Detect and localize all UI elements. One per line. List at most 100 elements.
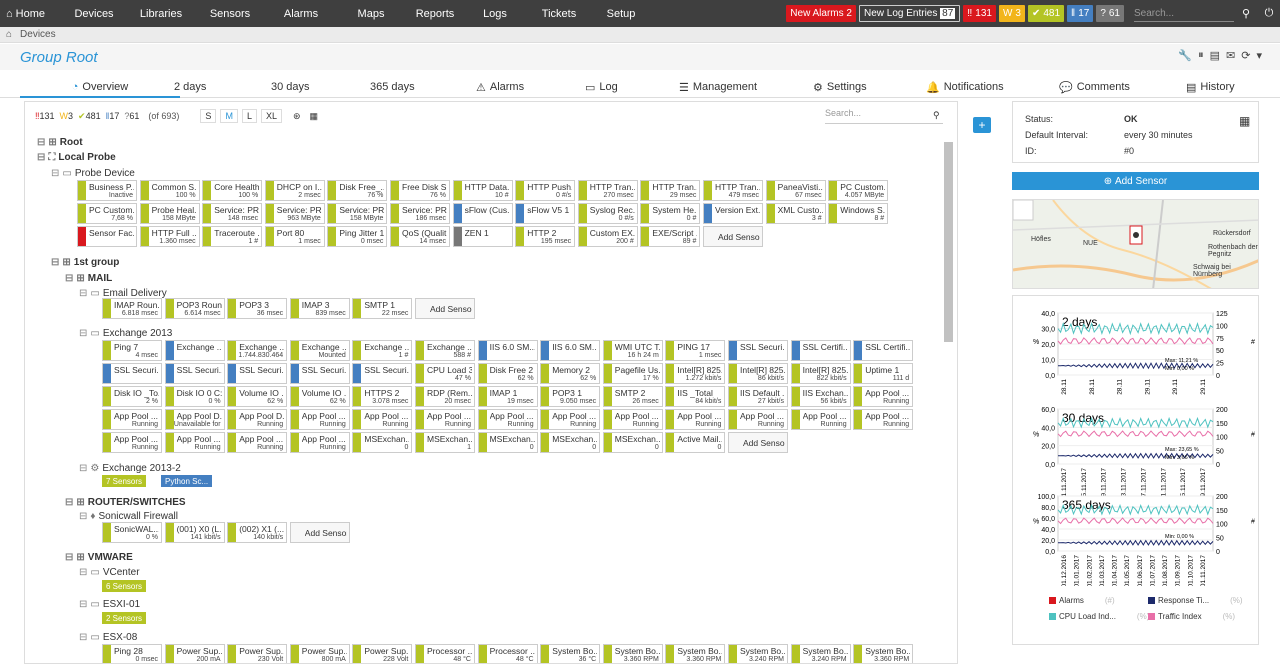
sensor-tile[interactable]: App Pool ... Running xyxy=(102,409,162,430)
sensor-tile[interactable]: App Pool ... Running xyxy=(415,409,475,430)
search-input[interactable]: Search... xyxy=(1134,5,1234,22)
tree-node[interactable]: ⊟ ⊞ ROUTER/SWITCHES xyxy=(65,497,186,508)
sensor-tile[interactable]: App Pool D...Unavailable for xyxy=(164,409,225,430)
sensor-tile[interactable]: SSL Securi... xyxy=(728,340,788,361)
size-l-button[interactable]: L xyxy=(241,109,257,123)
legend-item[interactable]: Traffic Index (%) xyxy=(1148,612,1235,621)
mail-icon[interactable]: ✉ xyxy=(1226,49,1235,62)
add-sensor-button[interactable]: ⊕ Add Sensor xyxy=(1012,172,1259,190)
sensor-tile[interactable]: SSL Securi... xyxy=(164,363,225,384)
sensor-tile[interactable]: IIS 6.0 SM... xyxy=(540,340,601,361)
sensor-tile[interactable]: App Pool ... Running xyxy=(289,409,350,430)
sensor-tile[interactable]: System Bo... 3.240 RPM xyxy=(790,644,851,663)
sensor-tile[interactable]: Ping 74 msec xyxy=(102,340,162,361)
sensor-tile[interactable]: SMTP 1 22 msec xyxy=(352,298,413,319)
add-sensor-tile[interactable]: Add Sensor xyxy=(703,226,763,247)
sensor-tile[interactable]: HTTP Tran... 270 msec xyxy=(577,180,638,201)
sensor-tile[interactable]: Version Ext... xyxy=(703,203,763,224)
grid-view-icon[interactable]: ▦ xyxy=(310,111,319,122)
nav-item-alarms[interactable]: Alarms xyxy=(266,0,336,27)
collapse-icon[interactable]: ⊟ xyxy=(79,288,87,299)
sensor-tile[interactable]: Power Sup... 800 mA xyxy=(289,644,350,663)
legend-item[interactable]: Response Ti... (%) xyxy=(1148,596,1243,605)
status-count-0[interactable]: ‼ 131 xyxy=(963,5,996,22)
sensor-tile[interactable]: SMTP 2 26 msec xyxy=(602,386,663,407)
sensor-tile[interactable]: Power Sup... 228 Volt xyxy=(352,644,413,663)
sensor-tile[interactable]: MSExchan... 0 xyxy=(352,432,413,453)
sensor-tile[interactable]: RDP (Rem... 20 msec xyxy=(415,386,475,407)
menu-icon[interactable]: ▾ xyxy=(1256,49,1262,62)
filter-count-4[interactable]: ?61 xyxy=(124,111,139,122)
sensor-tile[interactable]: Common S... 100 % xyxy=(139,180,200,201)
tab-settings[interactable]: ⚙ Settings xyxy=(813,78,867,96)
sensor-tile[interactable]: App Pool ... Running xyxy=(540,409,601,430)
nav-item-devices[interactable]: Devices xyxy=(60,0,128,27)
sensor-tile[interactable]: Volume IO ... 62 % xyxy=(289,386,350,407)
search-icon[interactable]: ⚲ xyxy=(1234,7,1258,20)
qr-code-icon[interactable]: ▦ xyxy=(1239,114,1250,128)
sensor-tile[interactable]: Exchange ... Mounted xyxy=(289,340,350,361)
collapse-icon[interactable]: ⊟ xyxy=(65,497,73,508)
sensor-tile[interactable]: Ping 28 0 msec xyxy=(102,644,162,663)
tab-30-days[interactable]: 30 days xyxy=(271,78,310,96)
sensor-tile[interactable]: App Pool ... Running xyxy=(164,432,225,453)
sensor-tile[interactable]: Disk IO 0 C: 0 % xyxy=(164,386,225,407)
sensor-tile[interactable]: System Bo... 36 °C xyxy=(540,644,601,663)
sensor-tile[interactable]: sFlow V5 1 xyxy=(515,203,576,224)
sensor-summary-pill[interactable]: 6 Sensors xyxy=(102,580,147,592)
tree-node[interactable]: ⊟ ⊞ 1st group xyxy=(51,257,119,268)
sensor-tile[interactable]: Windows S... 8 # xyxy=(828,203,889,224)
tab-2-days[interactable]: 2 days xyxy=(174,78,206,96)
sensor-tile[interactable]: POP3 3 36 msec xyxy=(227,298,288,319)
sensor-tile[interactable]: SSL Securi... xyxy=(289,363,350,384)
sensor-tile[interactable]: (002) X1 (... 140 kbit/s xyxy=(227,522,288,543)
filter-count-3[interactable]: ‖17 xyxy=(106,111,120,122)
sensor-tile[interactable]: XML Custo... 3 # xyxy=(765,203,826,224)
tree-node[interactable]: ⊟ ▭ Probe Device xyxy=(51,168,135,179)
sensor-tile[interactable]: HTTP Tran... 29 msec xyxy=(640,180,701,201)
sensor-tile[interactable]: System Bo... 3.360 RPM xyxy=(853,644,914,663)
scrollbar[interactable] xyxy=(944,142,953,342)
filter-count-1[interactable]: W3 xyxy=(60,111,74,122)
sensor-tile[interactable]: SSL Securi... xyxy=(102,363,162,384)
sensor-tile[interactable]: System Bo... 3.240 RPM xyxy=(728,644,788,663)
document-icon[interactable]: ▤ xyxy=(1210,49,1220,62)
sensor-tile[interactable]: App Pool D...Running xyxy=(227,409,288,430)
sensor-tile[interactable]: Traceroute ...1 # xyxy=(202,226,263,247)
sensor-tile[interactable]: sFlow (Cus... xyxy=(452,203,513,224)
sensor-tile[interactable]: Disk Free_... 76 % xyxy=(327,180,388,201)
tree-search-input[interactable]: Search... xyxy=(825,108,943,124)
add-sensor-tile[interactable]: Add Sensor xyxy=(415,298,475,319)
graph-2[interactable]: 100,0 80,0 60,0 40,0 20,0 0,0 200 150 100 50 0 01.1… xyxy=(1013,491,1260,586)
sensor-tile[interactable]: App Pool ... Running xyxy=(853,409,914,430)
sensor-tile[interactable]: Exchange ... xyxy=(164,340,225,361)
tree-node[interactable]: ⊟ ♦ Sonicwall Firewall xyxy=(79,511,178,522)
tree-node[interactable]: ⊟ ⚙ Exchange 2013-2 xyxy=(79,463,181,474)
sensor-tile[interactable]: WMI UTC T...16 h 24 m xyxy=(602,340,663,361)
graph-1[interactable]: 60,040,020,00,020015010050001.11.2017 05.… xyxy=(1013,404,1260,499)
sensor-tile[interactable]: App Pool ... Running xyxy=(477,409,538,430)
sensor-tile[interactable]: Syslog Rec...0 #/s xyxy=(577,203,638,224)
sensor-tile[interactable]: DHCP on I... 2 msec xyxy=(264,180,325,201)
sensor-tile[interactable]: MSExchan... 0 xyxy=(477,432,538,453)
sensor-tile[interactable]: PaneaVisti... 67 msec xyxy=(765,180,826,201)
sensor-tile[interactable]: HTTP Full ... 1.360 msec xyxy=(139,226,200,247)
sensor-tile[interactable]: IIS Default ... 27 kbit/s xyxy=(728,386,788,407)
sensor-tile[interactable]: QoS (Qualit...14 msec xyxy=(390,226,450,247)
wrench-icon[interactable]: 🔧 xyxy=(1178,49,1192,62)
sensor-tile[interactable]: Active Mail... 0 xyxy=(665,432,726,453)
collapse-icon[interactable]: ⊟ xyxy=(37,137,45,148)
tree-node[interactable]: ⊟ ▭ VCenter xyxy=(79,567,140,578)
tree-node[interactable]: ⊟ ⛶ Local Probe xyxy=(37,152,116,163)
sensor-tile[interactable]: Processor ... 48 °C xyxy=(415,644,475,663)
sensor-tile[interactable]: Probe Heal... 158 MByte xyxy=(139,203,200,224)
nav-item-maps[interactable]: Maps xyxy=(336,0,406,27)
sensor-tile[interactable]: Power Sup... 230 Volt xyxy=(227,644,288,663)
size-m-button[interactable]: M xyxy=(220,109,238,123)
new-log-entries-badge[interactable]: New Log Entries 87 xyxy=(858,5,961,22)
collapse-icon[interactable]: ⊟ xyxy=(79,567,87,578)
sensor-tile[interactable]: Free Disk S...76 % xyxy=(390,180,450,201)
sensor-tile[interactable]: App Pool ... Running xyxy=(790,409,851,430)
sensor-tile[interactable]: Custom EX...200 # xyxy=(577,226,638,247)
size-s-button[interactable]: S xyxy=(200,109,217,123)
